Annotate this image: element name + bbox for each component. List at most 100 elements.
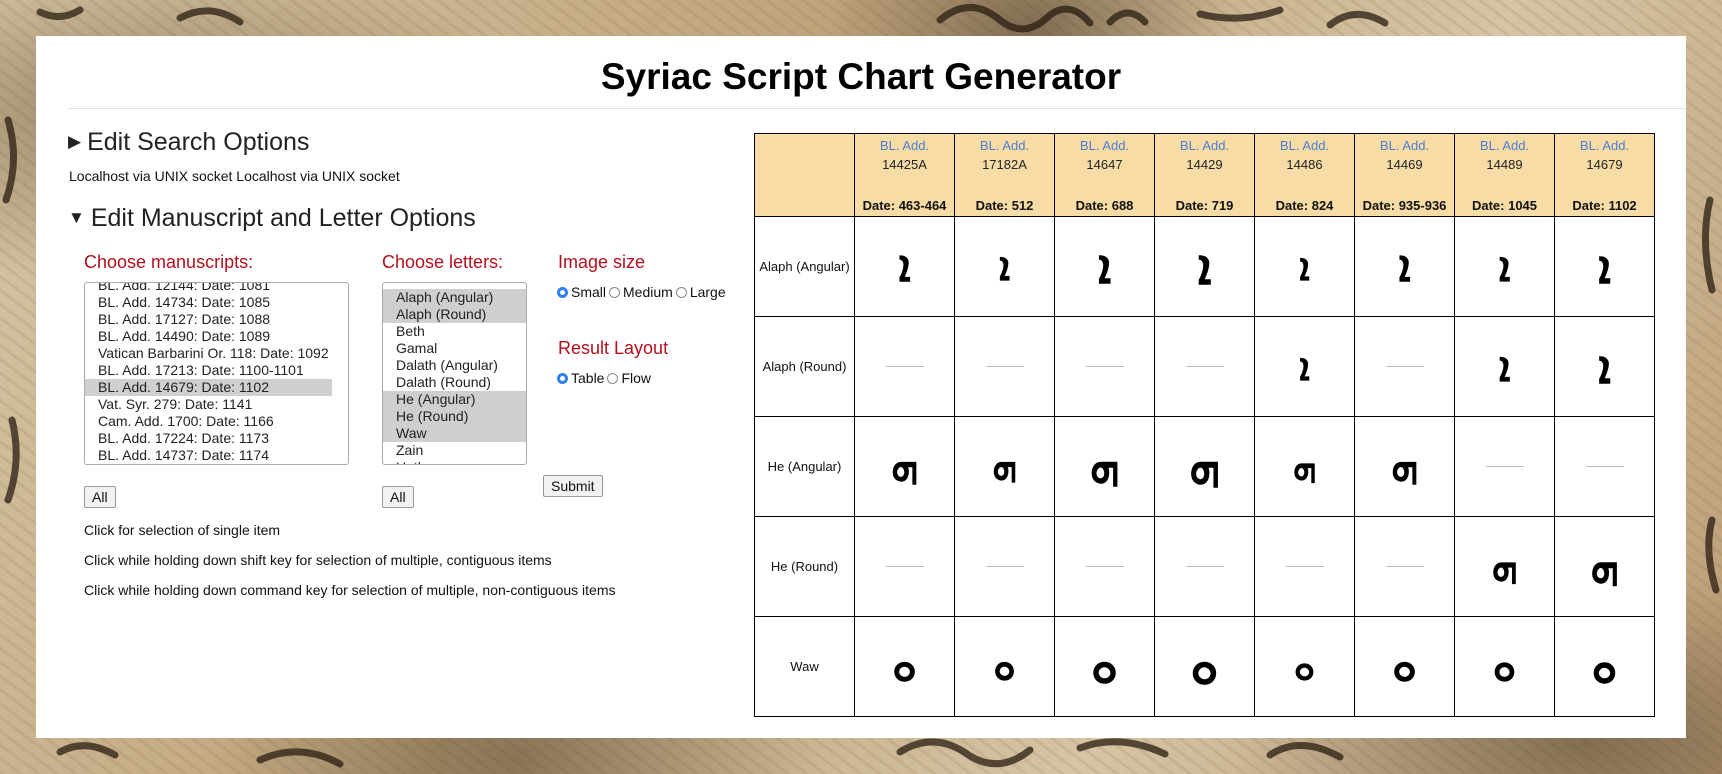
manuscript-number: 14489 (1486, 157, 1523, 172)
letter-sample-cell: ܐ (1054, 216, 1155, 317)
manuscripts-option[interactable]: Cam. Add. 1700: Date: 1166 (85, 413, 332, 430)
submit-button[interactable]: Submit (543, 475, 603, 497)
letter-sample-image[interactable]: ܗ (1189, 442, 1220, 492)
letter-sample-image[interactable]: ܗ (1590, 544, 1619, 590)
empty-dash (985, 565, 1024, 567)
letter-sample-image[interactable]: ܘ (892, 644, 917, 689)
manuscripts-option[interactable]: BL. Add. 17213: Date: 1100-1101 (85, 362, 332, 379)
letters-option[interactable]: Dalath (Angular) (383, 357, 526, 374)
manuscript-date: Date: 463-464 (862, 198, 947, 213)
empty-dash (1185, 365, 1224, 367)
letters-option[interactable]: Beth (383, 323, 526, 340)
letter-sample-image[interactable]: ܗ (1293, 448, 1317, 486)
manuscript-link[interactable]: BL. Add. (1155, 138, 1254, 153)
letter-sample-image[interactable]: ܐ (1299, 248, 1310, 286)
letter-sample-image[interactable]: ܐ (1299, 348, 1310, 386)
letter-sample-image[interactable]: ܘ (1294, 648, 1315, 686)
result-layout-option-table[interactable]: Table (557, 370, 604, 386)
letter-sample-image[interactable]: ܐ (1499, 245, 1511, 288)
empty-sample-cell (954, 516, 1055, 617)
manuscripts-option[interactable]: BL. Add. 17224: Date: 1173 (85, 430, 332, 447)
letters-option[interactable]: He (Angular) (383, 391, 526, 408)
letter-sample-image[interactable]: ܘ (1592, 644, 1618, 690)
manuscripts-all-button[interactable]: All (84, 486, 116, 508)
letter-sample-cell: ܐ (954, 216, 1055, 317)
letter-sample-cell: ܘ (1454, 616, 1555, 717)
manuscript-link[interactable]: BL. Add. (1555, 138, 1654, 153)
letter-sample-image[interactable]: ܐ (1598, 244, 1611, 290)
manuscripts-option[interactable]: BL. Add. 14679: Date: 1102 (85, 379, 332, 396)
letters-option[interactable]: He (Round) (383, 408, 526, 425)
result-layout-option-flow[interactable]: Flow (607, 370, 651, 386)
chart-corner-cell (754, 133, 855, 217)
manuscripts-option[interactable]: BL. Add. 12144: Date: 1081 (85, 283, 332, 294)
letters-option[interactable]: Heth (383, 459, 526, 464)
letter-sample-image[interactable]: ܘ (993, 647, 1015, 687)
manuscript-number: 14679 (1586, 157, 1623, 172)
manuscripts-option[interactable]: Vatican Barbarini Or. 118: Date: 1092 (85, 345, 332, 362)
search-options-toggle[interactable]: ▶ Edit Search Options (68, 128, 309, 157)
manuscript-number: 14429 (1186, 157, 1223, 172)
letter-row-waw: Waw ܘ ܘ ܘ ܘ ܘ ܘ ܘ ܘ (754, 616, 1655, 717)
radio-button[interactable] (557, 372, 568, 384)
manuscripts-select[interactable]: BL. Add. 12144: Date: 1081 BL. Add. 14734… (84, 282, 349, 465)
empty-sample-cell (1554, 416, 1655, 517)
help-text-command: Click while holding down command key for… (84, 582, 616, 598)
image-size-option-medium[interactable]: Medium (609, 284, 673, 300)
triangle-right-icon: ▶ (68, 132, 82, 151)
manuscript-date: Date: 935-936 (1362, 198, 1447, 213)
letter-sample-cell: ܐ (1554, 216, 1655, 317)
letters-option[interactable]: Alaph (Angular) (383, 289, 526, 306)
letter-sample-image[interactable]: ܘ (1191, 642, 1219, 692)
manuscript-column-header: BL. Add. 14489 Date: 1045 (1454, 133, 1555, 217)
manuscript-date: Date: 688 (1075, 198, 1134, 213)
letters-option[interactable]: Gamal (383, 340, 526, 357)
empty-dash (885, 365, 924, 367)
radio-button[interactable] (609, 286, 621, 298)
letters-option[interactable]: Dalath (Round) (383, 374, 526, 391)
manuscript-link[interactable]: BL. Add. (955, 138, 1054, 153)
manuscripts-option[interactable]: BL. Add. 14737: Date: 1174 (85, 447, 332, 464)
manuscripts-option[interactable]: Vat. Syr. 279: Date: 1141 (85, 396, 332, 413)
letter-sample-image[interactable]: ܐ (1398, 244, 1410, 289)
radio-button[interactable] (675, 286, 687, 298)
letters-option[interactable]: Alaph (Round) (383, 306, 526, 323)
manuscript-link[interactable]: BL. Add. (1355, 138, 1454, 153)
manuscript-number: 14469 (1386, 157, 1423, 172)
letter-sample-image[interactable]: ܐ (1098, 243, 1112, 291)
image-size-option-large[interactable]: Large (675, 284, 726, 300)
letter-sample-image[interactable]: ܗ (992, 447, 1017, 487)
manuscript-column-header: BL. Add. 14469 Date: 935-936 (1354, 133, 1455, 217)
letter-sample-image[interactable]: ܐ (999, 247, 1010, 287)
letter-sample-image[interactable]: ܐ (898, 244, 910, 289)
letters-option[interactable]: Waw (383, 425, 526, 442)
letter-sample-cell: ܐ (1454, 216, 1555, 317)
manuscripts-option[interactable]: BL. Add. 14490: Date: 1089 (85, 328, 332, 345)
letter-sample-image[interactable]: ܗ (891, 444, 919, 489)
letter-sample-image[interactable]: ܗ (1491, 545, 1517, 588)
manuscript-link[interactable]: BL. Add. (1255, 138, 1354, 153)
manuscript-link[interactable]: BL. Add. (1055, 138, 1154, 153)
manuscript-link[interactable]: BL. Add. (1455, 138, 1554, 153)
letter-sample-image[interactable]: ܐ (1499, 345, 1511, 388)
letter-sample-cell: ܘ (1154, 616, 1255, 717)
manuscripts-option[interactable]: BL. Add. 17127: Date: 1088 (85, 311, 332, 328)
letter-sample-image[interactable]: ܐ (1197, 242, 1211, 292)
manuscript-link[interactable]: BL. Add. (855, 138, 954, 153)
letter-sample-image[interactable]: ܘ (1493, 645, 1516, 688)
radio-button[interactable] (557, 286, 568, 298)
letter-sample-image[interactable]: ܗ (1089, 443, 1119, 491)
letter-sample-image[interactable]: ܘ (1392, 644, 1417, 689)
image-size-option-small[interactable]: Small (557, 284, 606, 300)
letters-select[interactable]: Alaph (Angular) Alaph (Round) Beth Gamal Dal… (382, 282, 527, 465)
letter-sample-image[interactable]: ܐ (1598, 344, 1611, 390)
chart-body: Alaph (Angular) ܐ ܐ ܐ ܐ ܐ ܐ ܐ ܐ Alaph (Round) ܐ ܐ ܐ H… (754, 216, 1655, 717)
letter-sample-image[interactable]: ܗ (1391, 444, 1419, 489)
radio-button[interactable] (607, 372, 619, 384)
manuscripts-option[interactable]: BL. Add. 14734: Date: 1085 (85, 294, 332, 311)
letters-option[interactable]: Zain (383, 442, 526, 459)
manuscript-column-header: BL. Add. 14679 Date: 1102 (1554, 133, 1655, 217)
manuscript-options-toggle[interactable]: ▼ Edit Manuscript and Letter Options (68, 204, 476, 233)
letters-all-button[interactable]: All (382, 486, 414, 508)
letter-sample-image[interactable]: ܘ (1091, 643, 1118, 691)
